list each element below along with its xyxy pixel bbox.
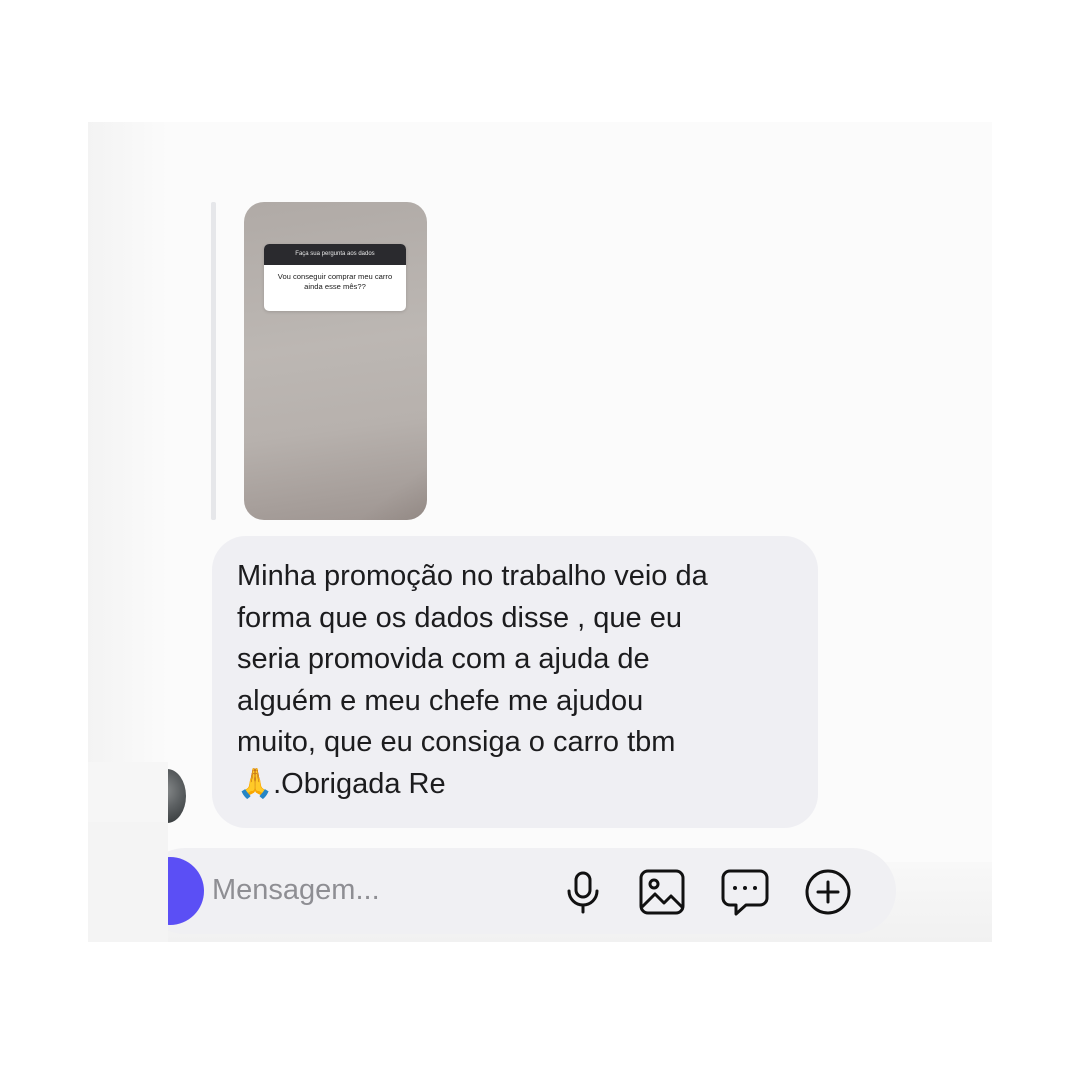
message-bubble[interactable]: Minha promoção no trabalho veio da forma… — [212, 536, 818, 828]
chat-screen: Faça sua pergunta aos dados Vou consegui… — [88, 122, 992, 942]
message-text: Minha promoção no trabalho veio da forma… — [237, 560, 708, 800]
sticker-icon[interactable] — [720, 867, 770, 917]
question-sticker-header: Faça sua pergunta aos dados — [264, 244, 406, 265]
story-reply-preview[interactable]: Faça sua pergunta aos dados Vou consegui… — [244, 202, 427, 520]
microphone-icon[interactable] — [558, 867, 608, 917]
message-input[interactable] — [212, 870, 512, 910]
gallery-icon[interactable] — [637, 867, 687, 917]
question-sticker-text: Vou conseguir comprar meu carro ainda es… — [277, 272, 393, 291]
story-background-shadow — [279, 376, 427, 520]
question-sticker: Faça sua pergunta aos dados Vou consegui… — [264, 244, 406, 311]
composer-crop — [88, 822, 168, 942]
reply-indicator-line — [211, 202, 216, 520]
plus-icon[interactable] — [803, 867, 853, 917]
